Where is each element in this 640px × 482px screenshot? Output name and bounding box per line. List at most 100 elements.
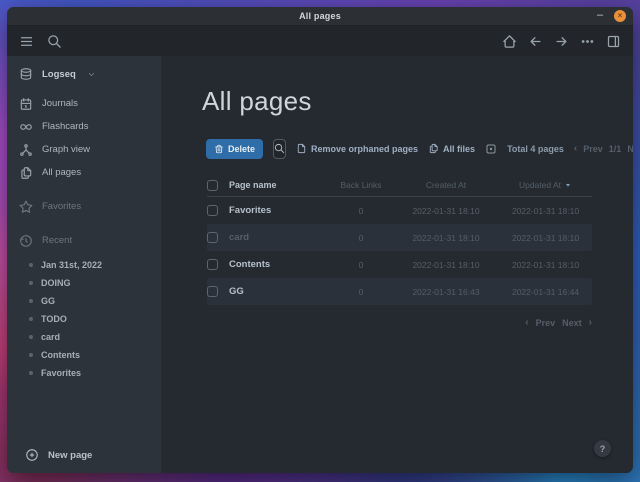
column-header-created-at[interactable]: Created At xyxy=(393,180,499,190)
menu-icon[interactable] xyxy=(19,34,34,49)
updated-at-value: 2022-01-31 18:10 xyxy=(499,260,592,270)
updated-at-value: 2022-01-31 18:10 xyxy=(499,233,592,243)
remove-orphaned-label: Remove orphaned pages xyxy=(311,144,418,154)
next-button[interactable]: Next xyxy=(627,144,633,154)
row-checkbox[interactable] xyxy=(207,205,218,216)
column-header-back-links[interactable]: Back Links xyxy=(329,180,393,190)
sidebar-nav: Journals Flashcards Graph view All pages xyxy=(7,92,161,184)
new-page-button[interactable]: New page xyxy=(7,437,161,473)
sidebar-item-graph-view[interactable]: Graph view xyxy=(7,138,161,161)
graph-selector[interactable]: Logseq xyxy=(7,62,161,86)
created-at-value: 2022-01-31 16:43 xyxy=(393,287,499,297)
star-icon xyxy=(19,200,33,214)
recent-item[interactable]: card xyxy=(7,328,161,346)
more-options-icon[interactable] xyxy=(580,34,595,49)
home-icon[interactable] xyxy=(502,34,517,49)
recent-item[interactable]: Jan 31st, 2022 xyxy=(7,256,161,274)
bullet-icon xyxy=(29,353,33,357)
delete-button[interactable]: Delete xyxy=(206,139,263,159)
updated-at-value: 2022-01-31 18:10 xyxy=(499,206,592,216)
sidebar-item-label: Graph view xyxy=(42,144,90,155)
updated-at-label: Updated At xyxy=(519,180,561,190)
page-indicator: 1/1 xyxy=(609,144,622,154)
help-button[interactable]: ? xyxy=(594,440,611,457)
recent-item[interactable]: GG xyxy=(7,292,161,310)
sidebar-item-all-pages[interactable]: All pages xyxy=(7,161,161,184)
files-icon xyxy=(19,166,33,180)
calendar-icon xyxy=(19,97,33,111)
toolbar-right xyxy=(502,34,621,49)
recent-item[interactable]: Contents xyxy=(7,346,161,364)
bullet-icon xyxy=(29,263,33,267)
top-pagination: ‹ Prev 1/1 Next › xyxy=(574,144,633,154)
page-name-link[interactable]: Favorites xyxy=(229,205,329,216)
recent-item-label: card xyxy=(41,332,60,342)
total-pages-label: Total 4 pages xyxy=(507,144,564,154)
page-name-link[interactable]: Contents xyxy=(229,259,329,270)
created-at-value: 2022-01-31 18:10 xyxy=(393,260,499,270)
column-header-page-name[interactable]: Page name xyxy=(229,180,329,190)
page-name-link[interactable]: card xyxy=(229,232,329,243)
close-button[interactable]: × xyxy=(614,10,626,22)
recent-item-label: Favorites xyxy=(41,368,81,378)
prev-button[interactable]: Prev xyxy=(536,318,556,328)
bullet-icon xyxy=(29,299,33,303)
hierarchy-icon xyxy=(19,143,33,157)
window-body: Logseq Journals Flashcards Graph view Al… xyxy=(7,56,633,473)
new-page-label: New page xyxy=(48,450,92,461)
table-row: Favorites 0 2022-01-31 18:10 2022-01-31 … xyxy=(207,197,592,224)
files-icon xyxy=(428,143,439,154)
remove-orphaned-button[interactable]: Remove orphaned pages xyxy=(296,143,418,154)
bullet-icon xyxy=(29,317,33,321)
right-sidebar-toggle-icon[interactable] xyxy=(606,34,621,49)
sidebar-item-journals[interactable]: Journals xyxy=(7,92,161,115)
recent-list: Jan 31st, 2022 DOING GG TODO card Conten… xyxy=(7,256,161,382)
search-icon[interactable] xyxy=(47,34,62,49)
bullet-icon xyxy=(29,281,33,285)
recent-item[interactable]: TODO xyxy=(7,310,161,328)
delete-button-label: Delete xyxy=(228,144,255,154)
forward-icon[interactable] xyxy=(554,34,569,49)
table-controls: Delete Remove orphaned pages All files xyxy=(206,138,619,159)
row-checkbox[interactable] xyxy=(207,286,218,297)
table-header-row: Page name Back Links Created At Updated … xyxy=(207,174,592,197)
recent-item-label: DOING xyxy=(41,278,71,288)
bottom-pagination: ‹ Prev Next › xyxy=(161,318,592,328)
prev-button[interactable]: Prev xyxy=(583,144,603,154)
created-at-value: 2022-01-31 18:10 xyxy=(393,206,499,216)
row-checkbox[interactable] xyxy=(207,232,218,243)
back-icon[interactable] xyxy=(528,34,543,49)
row-checkbox[interactable] xyxy=(207,259,218,270)
window-controls: – × xyxy=(594,7,626,25)
select-all-checkbox[interactable] xyxy=(207,180,218,191)
sidebar-item-flashcards[interactable]: Flashcards xyxy=(7,115,161,138)
infinity-icon xyxy=(19,120,33,134)
recent-item[interactable]: DOING xyxy=(7,274,161,292)
bullet-icon xyxy=(29,371,33,375)
back-links-count: 0 xyxy=(329,260,393,270)
next-button[interactable]: Next xyxy=(562,318,582,328)
column-header-updated-at[interactable]: Updated At xyxy=(499,180,592,190)
table-settings-icon[interactable] xyxy=(485,143,497,155)
page-name-link[interactable]: GG xyxy=(229,286,329,297)
recent-item[interactable]: Favorites xyxy=(7,364,161,382)
prev-chevron-icon[interactable]: ‹ xyxy=(574,144,577,154)
updated-at-value: 2022-01-31 16:44 xyxy=(499,287,592,297)
toolbar xyxy=(7,26,633,56)
minimize-button[interactable]: – xyxy=(594,10,606,22)
trash-icon xyxy=(214,144,224,154)
next-chevron-icon[interactable]: › xyxy=(589,318,592,328)
sidebar-item-label: Flashcards xyxy=(42,121,88,132)
toolbar-left xyxy=(19,34,62,49)
database-icon xyxy=(19,67,33,81)
table-row: Contents 0 2022-01-31 18:10 2022-01-31 1… xyxy=(207,251,592,278)
sidebar-item-label: Journals xyxy=(42,98,78,109)
sidebar-favorites-header[interactable]: Favorites xyxy=(7,195,161,218)
sidebar-item-label: All pages xyxy=(42,167,81,178)
all-files-button[interactable]: All files xyxy=(428,143,475,154)
circle-plus-icon xyxy=(25,448,39,462)
titlebar[interactable]: All pages – × xyxy=(7,7,633,26)
table-search-input[interactable] xyxy=(273,139,286,159)
prev-chevron-icon[interactable]: ‹ xyxy=(525,318,528,328)
sidebar-recent-header[interactable]: Recent xyxy=(7,229,161,252)
